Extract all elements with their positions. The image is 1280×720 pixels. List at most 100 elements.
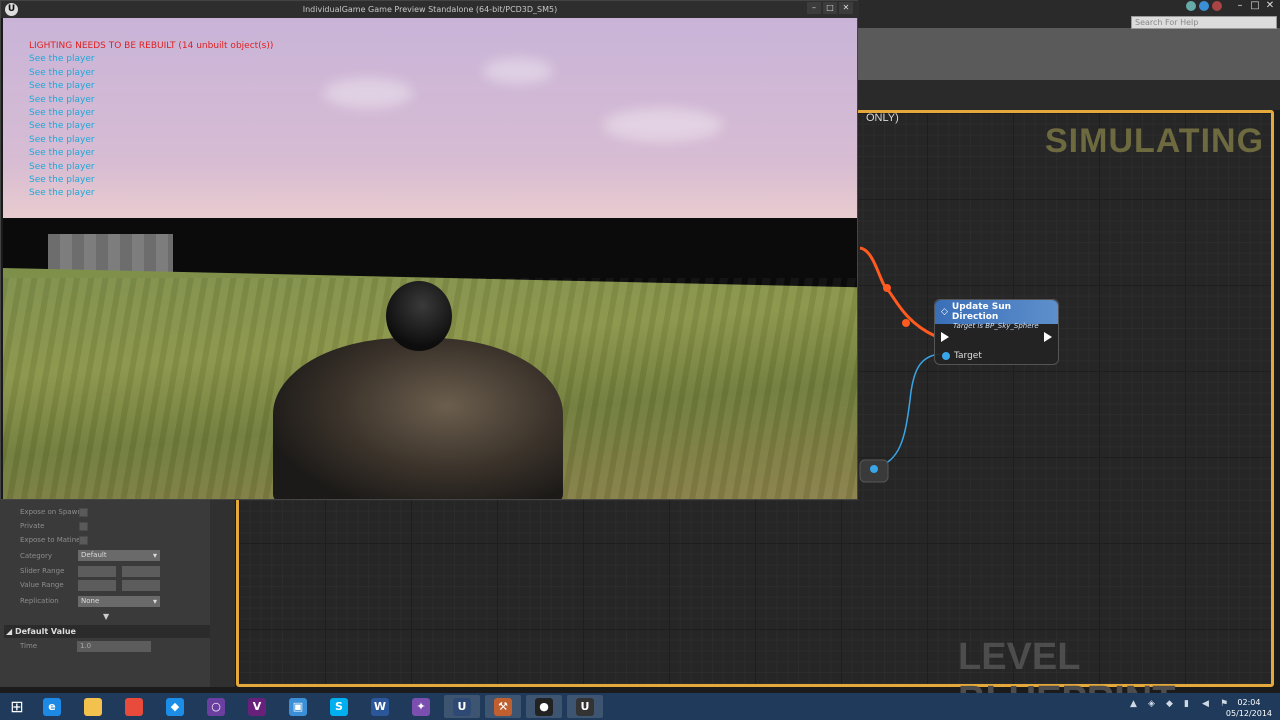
debug-message: See the player — [29, 148, 95, 159]
value-range-label: Value Range — [20, 581, 64, 589]
game-preview-window[interactable]: U IndividualGame Game Preview Standalone… — [0, 0, 859, 500]
taskbar-app-unreal-engine-a[interactable]: U — [444, 695, 480, 718]
internet-explorer-icon: e — [43, 697, 61, 716]
chrome-icon — [125, 697, 143, 716]
category-label: Category — [20, 552, 52, 560]
remote-desktop-icon: ▣ — [289, 697, 307, 716]
maximize-icon[interactable]: □ — [1249, 0, 1261, 11]
category-select[interactable]: Default — [78, 550, 160, 561]
exec-out-pin[interactable] — [1044, 332, 1052, 342]
visual-studio-icon: V — [248, 697, 266, 716]
volume-icon[interactable]: ◀ — [1202, 699, 1212, 711]
taskbar-app-visual-studio[interactable]: V — [239, 695, 275, 718]
slider-range-min[interactable] — [78, 566, 116, 577]
taskbar-clock[interactable]: 02:04 05/12/2014 — [1226, 697, 1272, 719]
taskbar-app-internet-explorer[interactable]: e — [34, 695, 70, 718]
exec-in-pin[interactable] — [941, 332, 949, 342]
value-range-max[interactable] — [122, 580, 160, 591]
obs-icon: ● — [535, 697, 553, 716]
node-subtitle: Target is BP_Sky_Sphere — [953, 322, 1039, 330]
expose-on-spawn-checkbox[interactable] — [79, 508, 88, 517]
user-icon[interactable] — [1212, 1, 1222, 11]
taskbar-app-unreal-engine-b[interactable]: U — [567, 695, 603, 718]
debug-message: See the player — [29, 67, 95, 78]
default-value-section[interactable]: ◢ Default Value — [4, 625, 210, 638]
chevron-down-icon[interactable]: ▼ — [103, 612, 109, 621]
app-circle-icon: ○ — [207, 697, 225, 716]
expose-to-matinee-checkbox[interactable] — [79, 536, 88, 545]
simulating-watermark: SIMULATING — [1045, 122, 1265, 160]
network-icon[interactable]: ◈ — [1148, 699, 1158, 711]
graph-tab-label: ONLY) — [866, 112, 899, 124]
game-window-title: IndividualGame Game Preview Standalone (… — [302, 5, 558, 14]
player-character-head — [386, 281, 452, 351]
slider-range-label: Slider Range — [20, 567, 65, 575]
taskbar-app-obs[interactable]: ● — [526, 695, 562, 718]
time-value-field[interactable]: 1.0 — [77, 641, 151, 652]
debug-message: See the player — [29, 175, 95, 186]
sky-cloud — [323, 78, 413, 108]
app-purple-icon: ✦ — [412, 697, 430, 716]
debug-message: See the player — [29, 161, 95, 172]
taskbar-app-file-explorer[interactable] — [75, 695, 111, 718]
system-tray: ▲ ◈ ◆ ▮ ◀ ⚑ — [1130, 699, 1230, 711]
private-checkbox[interactable] — [79, 522, 88, 531]
target-pin[interactable]: Target — [942, 351, 982, 361]
taskbar-app-dropbox[interactable]: ◆ — [157, 695, 193, 718]
debug-message: See the player — [29, 94, 95, 105]
sky-cloud — [603, 108, 723, 142]
debug-message: See the player — [29, 134, 95, 145]
close-icon[interactable]: ✕ — [839, 2, 853, 14]
skype-icon: S — [330, 697, 348, 716]
taskbar-app-remote-desktop[interactable]: ▣ — [280, 695, 316, 718]
taskbar-apps: e ◆ ○ V ▣ S W ✦ U ⚒ ● U — [34, 695, 603, 718]
taskbar-app-app-circle[interactable]: ○ — [198, 695, 234, 718]
taskbar-app-skype[interactable]: S — [321, 695, 357, 718]
app-tools-icon: ⚒ — [494, 697, 512, 716]
replication-select[interactable]: None — [78, 596, 160, 607]
minimize-icon[interactable]: – — [807, 2, 821, 14]
taskbar-app-word[interactable]: W — [362, 695, 398, 718]
game-viewport[interactable]: LIGHTING NEEDS TO BE REBUILT (14 unbuilt… — [3, 18, 857, 499]
debug-message: See the player — [29, 81, 95, 92]
game-window-titlebar[interactable]: U IndividualGame Game Preview Standalone… — [1, 1, 859, 18]
taskbar-app-app-tools[interactable]: ⚒ — [485, 695, 521, 718]
clock-date: 05/12/2014 — [1225, 709, 1272, 718]
update-sun-direction-node[interactable]: ◇ Update Sun Direction Target is BP_Sky_… — [934, 299, 1059, 365]
maximize-icon[interactable]: □ — [823, 2, 837, 14]
clock-time: 02:04 — [1237, 698, 1261, 707]
chevron-up-icon[interactable]: ▲ — [1130, 699, 1140, 711]
windows-start-icon[interactable]: ⊞ — [4, 696, 30, 718]
windows-taskbar: ⊞ e ◆ ○ V ▣ S W ✦ U ⚒ ● U ▲ ◈ ◆ ▮ ◀ ⚑ 02:04 05/12/2… — [0, 693, 1280, 720]
default-value-title: Default Value — [14, 627, 76, 636]
editor-window-buttons: – □ ✕ — [1234, 0, 1276, 11]
node-title: Update Sun Direction — [951, 302, 1012, 322]
taskbar-app-chrome[interactable] — [116, 695, 152, 718]
dropbox-tray-icon[interactable]: ◆ — [1166, 699, 1176, 711]
game-window-buttons: – □ ✕ — [807, 2, 853, 14]
debug-message: See the player — [29, 188, 95, 199]
private-label: Private — [20, 522, 45, 530]
node-header: ◇ Update Sun Direction Target is BP_Sky_… — [935, 300, 1058, 330]
globe-icon[interactable] — [1199, 1, 1209, 11]
target-pin-dot[interactable] — [942, 352, 950, 360]
taskbar-app-app-purple[interactable]: ✦ — [403, 695, 439, 718]
player-character — [273, 338, 563, 499]
unreal-logo-icon: U — [5, 3, 18, 16]
collapse-arrow-icon: ◢ — [6, 627, 15, 636]
debug-message: See the player — [29, 54, 95, 65]
expose-to-matinee-label: Expose to Matinee — [20, 536, 85, 544]
editor-title-icons — [1186, 1, 1222, 11]
word-icon: W — [371, 697, 389, 716]
time-label: Time — [20, 642, 38, 650]
desktop: – □ ✕ Search For Help ONLY) SIMULATING L… — [0, 0, 1280, 720]
chat-icon[interactable] — [1186, 1, 1196, 11]
replication-label: Replication — [20, 597, 59, 605]
minimize-icon[interactable]: – — [1234, 0, 1246, 11]
function-icon: ◇ — [941, 307, 948, 317]
slider-range-max[interactable] — [122, 566, 160, 577]
value-range-min[interactable] — [78, 580, 116, 591]
signal-icon[interactable]: ▮ — [1184, 699, 1194, 711]
close-icon[interactable]: ✕ — [1264, 0, 1276, 11]
help-search-input[interactable]: Search For Help — [1131, 16, 1277, 29]
